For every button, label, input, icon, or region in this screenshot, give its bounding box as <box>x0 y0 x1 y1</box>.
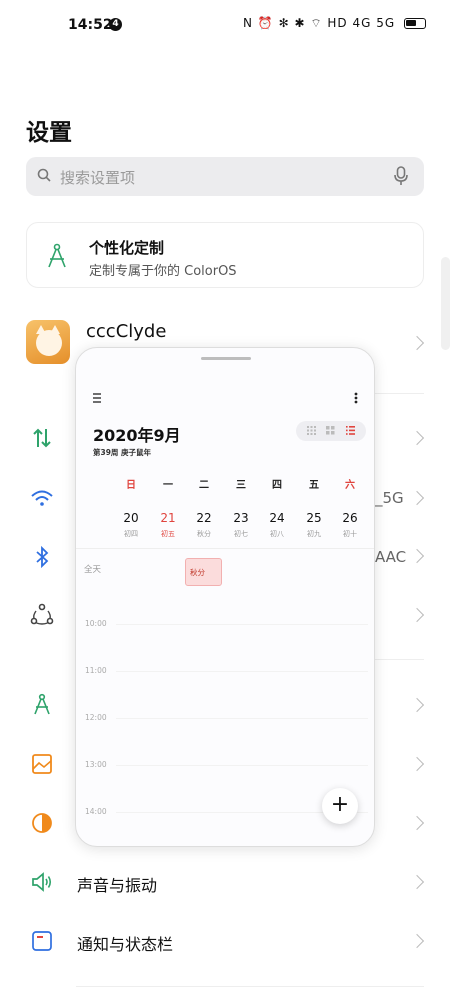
side-drag-handle[interactable] <box>441 257 450 350</box>
lunar-date: 初九 <box>307 530 321 538</box>
lunar-date: 初八 <box>270 530 284 538</box>
chevron-right-icon <box>409 607 425 623</box>
chevron-right-icon <box>409 548 425 564</box>
more-options-icon[interactable] <box>354 392 358 404</box>
calendar-day[interactable]: 24 <box>265 511 289 525</box>
search-placeholder: 搜索设置项 <box>60 169 136 187</box>
floating-calendar-window[interactable]: 2020年9月 第39周 庚子鼠年 日 一 二 三 四 五 六 20 21 22… <box>75 347 375 847</box>
lunar-date: 初七 <box>234 530 248 538</box>
hour-label: 11:00 <box>85 666 107 675</box>
weekday-label: 六 <box>345 480 355 491</box>
chevron-right-icon <box>409 756 425 772</box>
chevron-right-icon <box>409 697 425 713</box>
lunar-date: 初四 <box>124 530 138 538</box>
hour-line <box>116 718 368 719</box>
hour-line <box>116 624 368 625</box>
weekday-label: 日 <box>126 480 136 491</box>
chevron-right-icon <box>409 874 425 890</box>
settings-row-sound[interactable]: 声音与振动 <box>77 872 157 896</box>
lunar-date: 初十 <box>343 530 357 538</box>
calendar-day[interactable]: 23 <box>229 511 253 525</box>
chevron-right-icon <box>409 430 425 446</box>
settings-row-notifications[interactable]: 通知与状态栏 <box>77 931 173 955</box>
calendar-day[interactable]: 26 <box>338 511 362 525</box>
wifi-icon <box>31 490 53 506</box>
chevron-right-icon <box>409 335 425 351</box>
status-icon-labels: N ⏰ ✻ ✱ ⌔ HD 4G 5G <box>243 16 396 30</box>
hour-label: 14:00 <box>85 807 107 816</box>
connection-share-icon <box>30 603 54 625</box>
avatar[interactable] <box>26 320 70 364</box>
weekday-label: 四 <box>272 480 282 491</box>
window-drag-handle[interactable] <box>201 357 251 360</box>
data-transfer-icon <box>33 428 51 448</box>
lunar-date: 秋分 <box>197 530 211 538</box>
search-icon <box>37 168 51 182</box>
notification-icon <box>32 931 52 951</box>
display-brightness-icon <box>32 813 52 833</box>
menu-icon[interactable] <box>93 393 103 403</box>
weekday-label: 五 <box>309 480 319 491</box>
list-view-icon[interactable] <box>346 426 355 435</box>
cat-face <box>36 330 62 356</box>
add-event-button[interactable]: + <box>322 788 358 824</box>
personalization-icon <box>34 693 50 715</box>
lunar-date: 初五 <box>161 530 175 538</box>
view-switcher[interactable] <box>296 421 366 441</box>
page-title: 设置 <box>26 120 72 146</box>
weekday-label: 二 <box>199 480 209 491</box>
personalize-card[interactable]: 个性化定制 定制专属于你的 ColorOS <box>26 222 424 288</box>
status-bar: 14:52 4 N ⏰ ✻ ✱ ⌔ HD 4G 5G <box>0 0 450 50</box>
speaker-icon <box>32 872 52 892</box>
compass-icon <box>48 243 66 268</box>
status-icons: N ⏰ ✻ ✱ ⌔ HD 4G 5G <box>243 16 426 31</box>
hour-label: 10:00 <box>85 619 107 628</box>
status-time: 14:52 <box>68 17 113 33</box>
wifi-name-partial: _5G <box>375 489 404 507</box>
month-view-icon[interactable] <box>307 426 316 435</box>
hour-line <box>116 765 368 766</box>
personalize-subtitle: 定制专属于你的 ColorOS <box>89 264 237 279</box>
search-input[interactable]: 搜索设置项 <box>26 157 424 196</box>
chevron-right-icon <box>409 490 425 506</box>
chevron-right-icon <box>409 815 425 831</box>
hour-line <box>116 671 368 672</box>
account-name[interactable]: cccClyde <box>86 321 166 342</box>
hour-label: 13:00 <box>85 760 107 769</box>
all-day-event[interactable]: 秋分 <box>185 558 222 586</box>
all-day-label: 全天 <box>84 565 102 575</box>
event-title: 秋分 <box>190 568 205 577</box>
notification-count-badge: 4 <box>109 18 122 31</box>
weekday-label: 三 <box>236 480 246 491</box>
calendar-day-today[interactable]: 21 <box>156 511 180 525</box>
weekday-label: 一 <box>163 480 173 491</box>
chevron-right-icon <box>409 933 425 949</box>
battery-icon <box>404 18 426 29</box>
microphone-icon[interactable] <box>394 166 408 186</box>
week-view-icon[interactable] <box>326 426 335 435</box>
calendar-month-title[interactable]: 2020年9月 <box>93 422 181 446</box>
calendar-day[interactable]: 20 <box>119 511 143 525</box>
hour-label: 12:00 <box>85 713 107 722</box>
calendar-day[interactable]: 25 <box>302 511 326 525</box>
personalize-title: 个性化定制 <box>89 239 165 257</box>
bluetooth-icon <box>36 545 49 569</box>
bluetooth-codec-partial: AAC <box>375 548 407 566</box>
divider <box>76 548 374 549</box>
calendar-day[interactable]: 22 <box>192 511 216 525</box>
plus-icon: + <box>330 792 350 817</box>
divider <box>76 986 424 987</box>
calendar-week-info: 第39周 庚子鼠年 <box>93 448 152 457</box>
wallpaper-icon <box>32 754 52 774</box>
